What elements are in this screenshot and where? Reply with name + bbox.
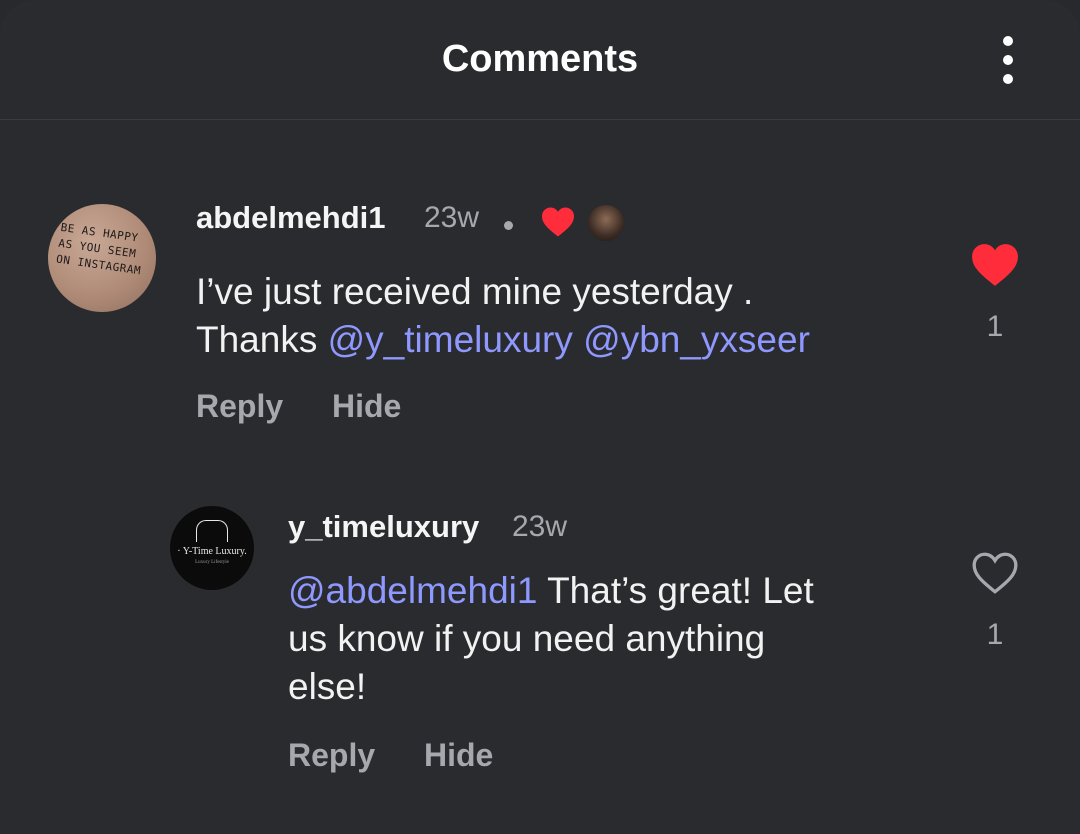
separator-dot — [504, 221, 513, 230]
comment-timestamp: 23w — [424, 201, 480, 234]
avatar-logo-text: · Y-Time Luxury. — [177, 546, 247, 557]
comment-text: @abdelmehdi1 That’s great! Let us know i… — [288, 570, 814, 707]
reply-button[interactable]: Reply — [288, 737, 375, 774]
avatar-caption: BE AS HAPPY AS YOU SEEM ON INSTAGRAM — [55, 220, 142, 278]
like-count: 1 — [986, 310, 1004, 343]
reply-button[interactable]: Reply — [196, 388, 283, 425]
creator-avatar — [586, 203, 626, 243]
avatar[interactable]: BE AS HAPPY AS YOU SEEM ON INSTAGRAM — [48, 204, 156, 312]
avatar-logo-subtext: Luxury Lifestyle — [195, 560, 229, 565]
creator-heart-icon — [542, 207, 574, 237]
heart-filled-icon[interactable] — [970, 242, 1020, 288]
hide-button[interactable]: Hide — [332, 388, 401, 425]
page-title: Comments — [441, 38, 639, 80]
watch-logo-icon — [196, 520, 228, 542]
like-count: 1 — [986, 618, 1004, 651]
comment-timestamp: 23w — [512, 510, 568, 543]
comments-header: Comments — [0, 0, 1080, 120]
comment-username[interactable]: abdelmehdi1 — [196, 200, 386, 236]
comment-username[interactable]: y_timeluxury — [288, 509, 479, 545]
heart-outline-icon[interactable] — [970, 550, 1020, 596]
mention-link[interactable]: @y_timeluxury — [328, 319, 573, 360]
hide-button[interactable]: Hide — [424, 737, 493, 774]
mention-link[interactable]: @ybn_yxseer — [583, 319, 810, 360]
mention-link[interactable]: @abdelmehdi1 — [288, 570, 537, 611]
comment-text: I’ve just received mine yesterday . Than… — [196, 271, 810, 360]
more-vertical-icon[interactable] — [990, 32, 1026, 88]
avatar[interactable]: · Y-Time Luxury. Luxury Lifestyle — [170, 506, 254, 590]
comments-sheet: Comments BE AS HAPPY AS YOU SEEM ON INST… — [0, 0, 1080, 834]
